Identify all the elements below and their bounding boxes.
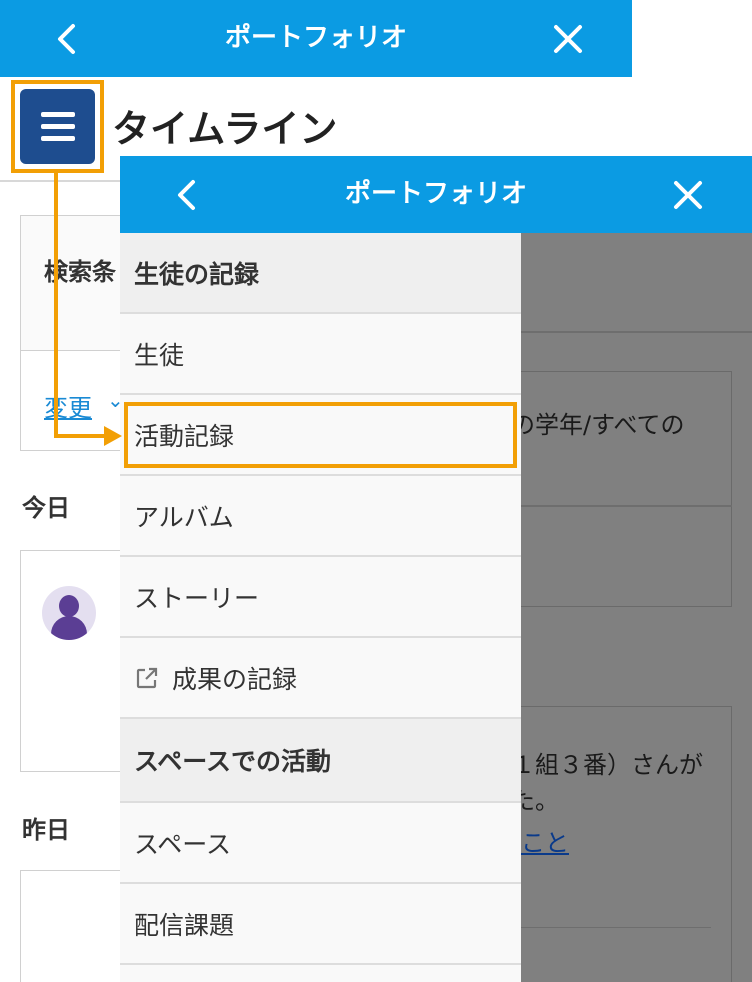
page-title: タイムライン <box>112 107 338 151</box>
menu-button-highlight <box>11 80 104 173</box>
close-icon <box>554 24 582 53</box>
navigation-drawer: 生徒の記録 生徒 活動記録 アルバム ストーリー 成果の記録 スペースでの活動 … <box>120 233 521 982</box>
menu-item-students[interactable]: 生徒 <box>120 314 521 395</box>
dimmed-entry-text-2: た。 <box>521 787 559 815</box>
menu-item-space[interactable]: スペース <box>120 803 521 884</box>
app-header: ポートフォリオ <box>0 0 632 77</box>
menu-open-screen: ポートフォリオ の学年/すべての １組３番）さんが た。 こと 生徒の記録 生徒… <box>120 156 752 982</box>
menu-item-story[interactable]: ストーリー <box>120 557 521 638</box>
close-button[interactable] <box>658 156 718 233</box>
app-header-overlay: ポートフォリオ <box>120 156 752 233</box>
change-link[interactable]: 変更 <box>44 388 92 423</box>
dimmed-overlay[interactable]: の学年/すべての １組３番）さんが た。 こと <box>521 233 752 982</box>
menu-item-assignments[interactable]: 配信課題 <box>120 884 521 965</box>
annotation-connector <box>54 172 58 438</box>
section-space-activities: スペースでの活動 <box>120 719 521 803</box>
dimmed-entry-link: こと <box>521 829 569 857</box>
chevron-left-icon <box>58 23 75 54</box>
day-label-today: 今日 <box>22 494 70 522</box>
activity-records-highlight <box>124 402 517 468</box>
menu-item-achievement-records[interactable]: 成果の記録 <box>120 638 521 719</box>
back-button[interactable] <box>36 0 96 77</box>
arrow-right-icon <box>104 426 122 446</box>
back-button[interactable] <box>156 156 216 233</box>
user-icon <box>59 595 79 617</box>
dimmed-filter-text: の学年/すべての <box>521 411 685 439</box>
day-label-yesterday: 昨日 <box>22 816 70 844</box>
menu-item-album[interactable]: アルバム <box>120 476 521 557</box>
avatar <box>42 586 96 640</box>
external-link-icon <box>136 667 158 688</box>
close-button[interactable] <box>538 0 598 77</box>
dimmed-entry-text: １組３番）さんが <box>521 751 703 779</box>
chevron-left-icon <box>178 179 195 210</box>
section-student-records: 生徒の記録 <box>120 233 521 314</box>
close-icon <box>674 180 702 209</box>
